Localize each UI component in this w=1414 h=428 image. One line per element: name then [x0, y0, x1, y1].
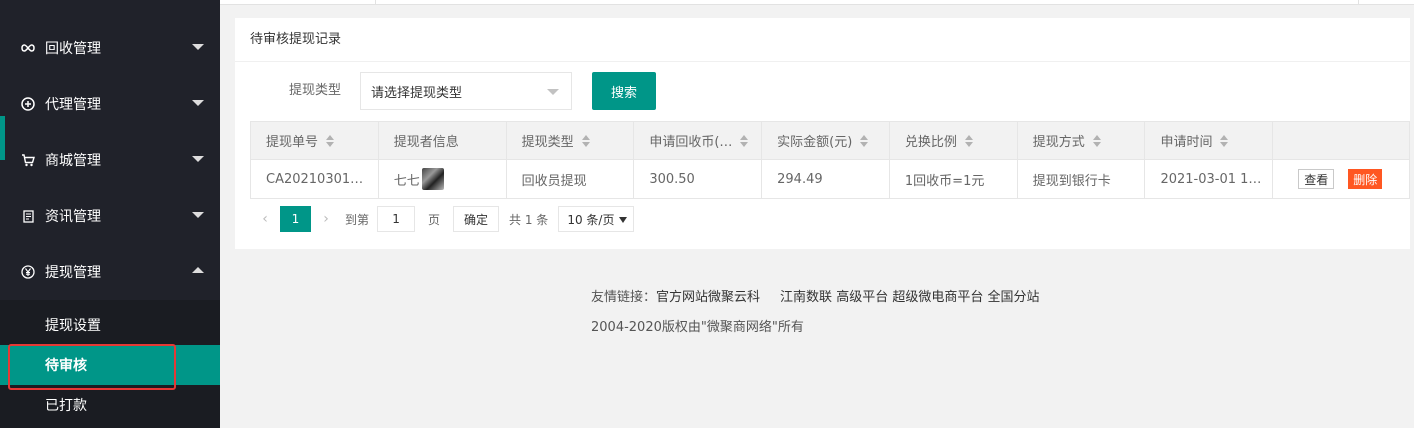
nav-label-recycle: 回收管理 — [45, 41, 101, 57]
select-placeholder: 请选择提现类型 — [371, 85, 463, 101]
header-label: 提现者信息 — [393, 135, 459, 150]
cell-user-info: 七七 — [379, 160, 507, 198]
tab-divider — [375, 0, 376, 5]
header-type[interactable]: 提现类型 — [507, 122, 635, 159]
footer-link[interactable]: 官方网站微聚云科 — [656, 290, 760, 305]
chevron-down-icon — [192, 44, 204, 50]
yen-icon — [21, 265, 35, 279]
cell-type: 回收员提现 — [507, 160, 635, 198]
chevron-down-icon — [192, 156, 204, 162]
sort-icon[interactable] — [964, 134, 973, 147]
header-method[interactable]: 提现方式 — [1018, 122, 1146, 159]
submenu-item-paid[interactable]: 已打款 — [0, 385, 220, 425]
cell-actions: 查看 删除 — [1273, 160, 1409, 198]
sort-icon[interactable] — [1092, 134, 1101, 147]
records-card: 待审核提现记录 提现类型 请选择提现类型 搜索 提现单号 提现者信息 提现类型 … — [235, 18, 1410, 249]
submenu-label-pending: 待审核 — [45, 358, 87, 374]
nav-label-agent: 代理管理 — [45, 97, 101, 113]
sort-icon[interactable] — [1220, 134, 1229, 147]
withdraw-type-select[interactable]: 请选择提现类型 — [360, 72, 572, 110]
header-label: 兑换比例 — [904, 135, 957, 150]
records-table: 提现单号 提现者信息 提现类型 申请回收币(… 实际金额(元) 兑换比例 提现方… — [250, 121, 1410, 199]
caret-down-icon — [619, 217, 628, 223]
cell-ratio: 1回收币=1元 — [890, 160, 1018, 198]
nav-item-news[interactable]: 资讯管理 — [0, 188, 220, 244]
nav-item-mall[interactable]: 商城管理 — [0, 132, 220, 188]
cell-order-no: CA20210301… — [251, 160, 379, 198]
search-button[interactable]: 搜索 — [592, 72, 656, 110]
avatar — [421, 168, 444, 190]
goto-page-input[interactable] — [377, 206, 416, 232]
plus-circle-icon — [21, 97, 35, 111]
sort-icon[interactable] — [581, 134, 590, 147]
goto-prefix: 到第 — [345, 212, 370, 227]
nav-item-agent[interactable]: 代理管理 — [0, 76, 220, 132]
table-header-row: 提现单号 提现者信息 提现类型 申请回收币(… 实际金额(元) 兑换比例 提现方… — [251, 122, 1409, 160]
header-label: 实际金额(元) — [777, 135, 853, 150]
footer-copyright: 2004-2020版权由"微聚商网络"所有 — [591, 320, 804, 335]
sort-icon[interactable] — [740, 134, 749, 147]
cell-coins: 300.50 — [634, 160, 763, 198]
tab-divider — [1358, 0, 1359, 5]
header-order-no[interactable]: 提现单号 — [251, 122, 379, 159]
view-button[interactable]: 查看 — [1298, 169, 1335, 189]
header-label: 提现单号 — [266, 135, 319, 150]
top-tab-strip — [220, 0, 1414, 5]
header-label: 申请时间 — [1160, 135, 1213, 150]
prev-page-icon[interactable]: ‹ — [250, 206, 280, 232]
chevron-down-icon — [547, 89, 559, 95]
submenu-item-pending[interactable]: 待审核 — [0, 345, 220, 385]
footer-link[interactable]: 江南数联 — [780, 290, 832, 305]
next-page-icon[interactable]: › — [311, 206, 341, 232]
page-size-value: 10 条/页 — [567, 212, 615, 227]
footer-link[interactable]: 全国分站 — [988, 290, 1040, 305]
table-row: CA20210301… 七七 回收员提现 300.50 294.49 1回收币=… — [251, 160, 1409, 198]
chevron-down-icon — [192, 100, 204, 106]
nav-label-mall: 商城管理 — [45, 153, 101, 169]
nav-item-recycle[interactable]: 回收管理 — [0, 20, 220, 76]
pagination: ‹ 1 › 到第 页 确定 共 1 条 10 条/页 — [250, 205, 635, 233]
submenu-label-settings: 提现设置 — [45, 318, 101, 334]
chevron-up-icon — [192, 267, 204, 273]
goto-confirm-button[interactable]: 确定 — [453, 206, 500, 232]
nav-label-withdraw: 提现管理 — [45, 265, 101, 281]
header-label: 提现方式 — [1032, 135, 1085, 150]
document-icon — [21, 209, 35, 223]
submenu-item-settings[interactable]: 提现设置 — [0, 305, 220, 345]
page-size-select[interactable]: 10 条/页 — [558, 206, 635, 232]
footer-links: 友情链接：官方网站微聚云科 江南数联 高级平台 超级微电商平台 全国分站 — [591, 286, 1040, 305]
header-coins[interactable]: 申请回收币(… — [634, 122, 763, 159]
user-name: 七七 — [393, 173, 420, 189]
cart-icon — [21, 153, 35, 167]
header-amount[interactable]: 实际金额(元) — [762, 122, 890, 159]
cell-method: 提现到银行卡 — [1018, 160, 1146, 198]
footer-link[interactable]: 超级微电商平台 — [892, 290, 983, 305]
header-ratio[interactable]: 兑换比例 — [890, 122, 1018, 159]
header-actions — [1273, 122, 1409, 159]
infinity-icon — [21, 41, 35, 55]
submenu-label-paid: 已打款 — [45, 398, 87, 414]
sort-icon[interactable] — [326, 134, 335, 147]
nav-item-withdraw[interactable]: 提现管理 — [0, 244, 220, 300]
header-time[interactable]: 申请时间 — [1145, 122, 1274, 159]
filter-type-label: 提现类型 — [289, 83, 342, 98]
nav-label-news: 资讯管理 — [45, 209, 101, 225]
cell-amount: 294.49 — [762, 160, 890, 198]
goto-suffix: 页 — [428, 212, 441, 227]
sidebar: 回收管理 代理管理 商城管理 资讯管理 提现管理 提现设置 待审核 已打款 — [0, 0, 220, 428]
card-title: 待审核提现记录 — [235, 18, 1410, 62]
cell-time: 2021-03-01 1… — [1145, 160, 1274, 198]
total-count: 共 1 条 — [509, 212, 549, 227]
header-label: 申请回收币(… — [649, 135, 733, 150]
page-current[interactable]: 1 — [280, 206, 311, 232]
submenu-withdraw: 提现设置 待审核 已打款 — [0, 300, 220, 428]
footer-link[interactable]: 高级平台 — [836, 290, 888, 305]
footer-links-prefix: 友情链接： — [591, 290, 657, 305]
header-user-info: 提现者信息 — [379, 122, 507, 159]
header-label: 提现类型 — [521, 135, 574, 150]
delete-button[interactable]: 删除 — [1348, 169, 1383, 189]
sort-icon[interactable] — [860, 134, 869, 147]
chevron-down-icon — [192, 212, 204, 218]
